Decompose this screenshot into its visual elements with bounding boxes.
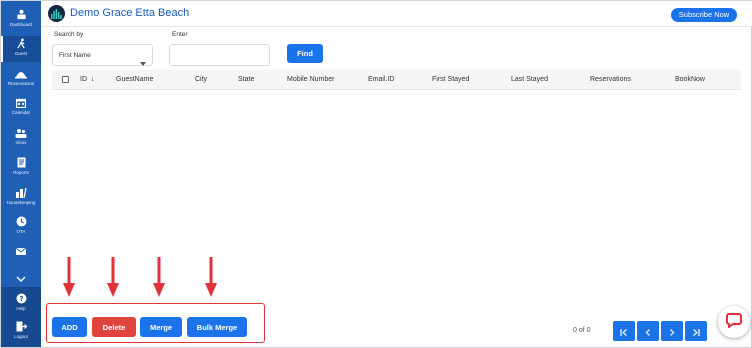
add-button[interactable]: ADD [52, 317, 87, 337]
last-page-button[interactable] [685, 321, 707, 341]
column-email-id[interactable]: Email.ID [368, 76, 394, 83]
column-mobile-number[interactable]: Mobile Number [287, 76, 334, 83]
sidebar-bottom: ? Help Logout [1, 287, 41, 347]
sidebar-item-label: Housekeeping [6, 200, 36, 205]
sidebar-item-label: Reservations [7, 81, 35, 86]
search-by-select[interactable]: First Name [52, 44, 153, 66]
column-last-stayed[interactable]: Last Stayed [511, 76, 548, 83]
merge-button[interactable]: Merge [140, 317, 182, 337]
sidebar-item-dashboard[interactable]: Dashboard [1, 7, 41, 33]
sort-arrow-down-icon: ↓ [90, 76, 95, 83]
app-window: Dashboard Guest Reservations Calendar In… [0, 0, 752, 348]
chevron-right-icon [669, 324, 675, 339]
annotation-arrow-icon [153, 257, 165, 297]
calendar-icon [1, 95, 41, 110]
sidebar-item-guest[interactable]: Guest [1, 36, 41, 62]
column-reservations[interactable]: Reservations [590, 76, 631, 83]
sidebar-item-label: Logout [14, 334, 28, 339]
sidebar-item-help[interactable]: ? Help [1, 291, 41, 317]
sidebar-item-reservations[interactable]: Reservations [1, 66, 41, 92]
chevron-left-icon [645, 324, 651, 339]
annotation-arrow-icon [107, 257, 119, 297]
sidebar: Dashboard Guest Reservations Calendar In… [1, 1, 41, 347]
sidebar-item-label: OTA [16, 229, 26, 234]
top-header: Demo Grace Etta Beach Subscribe Now [42, 1, 752, 27]
ota-icon [1, 214, 41, 229]
guest-icon [1, 36, 41, 51]
subscribe-now-button[interactable]: Subscribe Now [671, 8, 737, 22]
property-title: Demo Grace Etta Beach [70, 7, 190, 19]
chat-support-button[interactable] [718, 306, 750, 338]
sidebar-item-label: Dashboard [9, 22, 32, 27]
previous-page-button[interactable] [637, 321, 659, 341]
chevron-down-icon [16, 269, 26, 287]
first-page-icon [620, 324, 628, 339]
chat-bubble-icon [726, 312, 742, 333]
delete-button[interactable]: Delete [92, 317, 136, 337]
column-state[interactable]: State [238, 76, 254, 83]
search-by-label: Search by [54, 31, 84, 38]
search-value-input[interactable] [169, 44, 270, 66]
bulk-merge-button[interactable]: Bulk Merge [187, 317, 247, 337]
sidebar-item-calendar[interactable]: Calendar [1, 95, 41, 121]
column-first-stayed[interactable]: First Stayed [432, 76, 469, 83]
housekeeping-icon [1, 185, 41, 200]
enter-label: Enter [172, 31, 188, 38]
logout-icon [1, 319, 41, 334]
next-page-button[interactable] [661, 321, 683, 341]
first-page-button[interactable] [613, 321, 635, 341]
annotation-arrow-icon [63, 257, 75, 297]
pagination-status: 0 of 0 [573, 327, 591, 334]
email-icon [1, 244, 41, 259]
sidebar-item-logout[interactable]: Logout [1, 319, 41, 345]
caret-down-icon [140, 53, 146, 71]
sidebar-collapse-button[interactable] [1, 271, 41, 285]
sidebar-item-label: Inbox [15, 140, 27, 145]
select-all-checkbox[interactable] [62, 76, 69, 83]
column-city[interactable]: City [195, 76, 207, 83]
reservations-icon [1, 66, 41, 81]
sidebar-item-reports[interactable]: Reports [1, 155, 41, 181]
last-page-icon [692, 324, 700, 339]
find-button[interactable]: Find [287, 44, 323, 63]
inbox-icon [1, 125, 41, 140]
sidebar-item-housekeeping[interactable]: Housekeeping [1, 185, 41, 211]
sidebar-item-email[interactable] [1, 244, 41, 270]
sidebar-item-label: Help [16, 306, 26, 311]
help-icon: ? [1, 291, 41, 306]
sidebar-item-label: Reports [13, 170, 29, 175]
sidebar-item-label: Guest [14, 51, 27, 56]
guest-table-header: ID ↓ GuestName City State Mobile Number … [52, 70, 741, 90]
search-by-value: First Name [59, 52, 91, 59]
annotation-arrow-icon [205, 257, 217, 297]
hotel-logo-icon [48, 5, 65, 22]
sidebar-item-label: Calendar [11, 110, 31, 115]
reports-icon [1, 155, 41, 170]
column-book-now[interactable]: BookNow [675, 76, 705, 83]
sidebar-item-ota[interactable]: OTA [1, 214, 41, 240]
column-guest-name[interactable]: GuestName [116, 76, 153, 83]
column-id[interactable]: ID ↓ [80, 76, 94, 83]
svg-text:?: ? [19, 295, 23, 303]
sidebar-item-inbox[interactable]: Inbox [1, 125, 41, 151]
dashboard-icon [1, 7, 41, 22]
